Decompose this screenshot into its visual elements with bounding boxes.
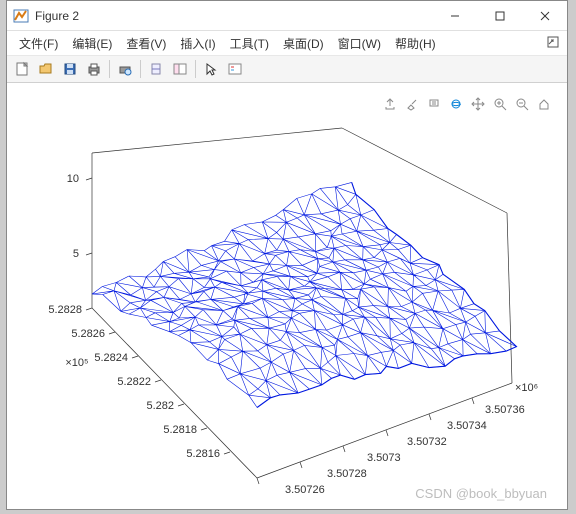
print-preview-button[interactable] bbox=[114, 58, 136, 80]
x-tick: 3.50736 bbox=[485, 404, 525, 416]
separator bbox=[195, 60, 196, 78]
figure-window: Figure 2 文件(F) 编辑(E) 查看(V) 插入(I) 工具(T) 桌… bbox=[6, 0, 568, 510]
window-title: Figure 2 bbox=[35, 9, 432, 23]
zoom-in-icon[interactable] bbox=[491, 95, 509, 113]
y-multiplier: ×10⁵ bbox=[65, 357, 88, 369]
menubar: 文件(F) 编辑(E) 查看(V) 插入(I) 工具(T) 桌面(D) 窗口(W… bbox=[7, 31, 567, 55]
dock-icon[interactable] bbox=[547, 36, 561, 50]
menu-view[interactable]: 查看(V) bbox=[120, 33, 172, 54]
maximize-button[interactable] bbox=[477, 1, 522, 30]
y-tick: 5.2824 bbox=[94, 352, 128, 364]
link-button[interactable] bbox=[145, 58, 167, 80]
y-tick: 5.282 bbox=[146, 400, 174, 412]
menu-window[interactable]: 窗口(W) bbox=[332, 33, 387, 54]
cursor-button[interactable] bbox=[200, 58, 222, 80]
x-tick: 3.50726 bbox=[285, 484, 325, 496]
zoom-out-icon[interactable] bbox=[513, 95, 531, 113]
new-figure-button[interactable] bbox=[11, 58, 33, 80]
brush-icon[interactable] bbox=[403, 95, 421, 113]
menu-tools[interactable]: 工具(T) bbox=[224, 33, 275, 54]
menu-desktop[interactable]: 桌面(D) bbox=[277, 33, 330, 54]
datatip-icon[interactable] bbox=[425, 95, 443, 113]
titlebar: Figure 2 bbox=[7, 1, 567, 31]
x-tick: 3.5073 bbox=[367, 452, 401, 464]
x-tick: 3.50734 bbox=[447, 420, 487, 432]
close-button[interactable] bbox=[522, 1, 567, 30]
edit-plot-button[interactable] bbox=[169, 58, 191, 80]
rotate3d-icon[interactable] bbox=[447, 95, 465, 113]
z-tick: 5 bbox=[73, 248, 79, 260]
watermark: CSDN @book_bbyuan bbox=[415, 486, 547, 501]
menu-help[interactable]: 帮助(H) bbox=[389, 33, 442, 54]
matlab-figure-icon bbox=[13, 8, 29, 24]
separator bbox=[109, 60, 110, 78]
x-tick: 3.50732 bbox=[407, 436, 447, 448]
y-tick: 5.2816 bbox=[186, 448, 220, 460]
axes-3d[interactable]: 10 5 5.2828 5.2826 5.2824 5.2822 5.282 5… bbox=[7, 83, 567, 503]
separator bbox=[140, 60, 141, 78]
menu-insert[interactable]: 插入(I) bbox=[174, 33, 221, 54]
y-tick: 5.2828 bbox=[48, 304, 82, 316]
y-tick: 5.2826 bbox=[71, 328, 105, 340]
home-icon[interactable] bbox=[535, 95, 553, 113]
x-multiplier: ×10⁶ bbox=[515, 382, 538, 394]
save-button[interactable] bbox=[59, 58, 81, 80]
y-tick: 5.2822 bbox=[117, 376, 151, 388]
z-tick: 10 bbox=[67, 173, 79, 185]
menu-edit[interactable]: 编辑(E) bbox=[66, 33, 118, 54]
menu-file[interactable]: 文件(F) bbox=[13, 33, 64, 54]
plot-area: 10 5 5.2828 5.2826 5.2824 5.2822 5.282 5… bbox=[7, 83, 567, 509]
export-icon[interactable] bbox=[381, 95, 399, 113]
y-tick: 5.2818 bbox=[163, 424, 197, 436]
pan-icon[interactable] bbox=[469, 95, 487, 113]
insert-legend-button[interactable] bbox=[224, 58, 246, 80]
x-tick: 3.50728 bbox=[327, 468, 367, 480]
minimize-button[interactable] bbox=[432, 1, 477, 30]
open-button[interactable] bbox=[35, 58, 57, 80]
axes-toolbar bbox=[381, 95, 553, 113]
toolbar bbox=[7, 55, 567, 83]
print-button[interactable] bbox=[83, 58, 105, 80]
